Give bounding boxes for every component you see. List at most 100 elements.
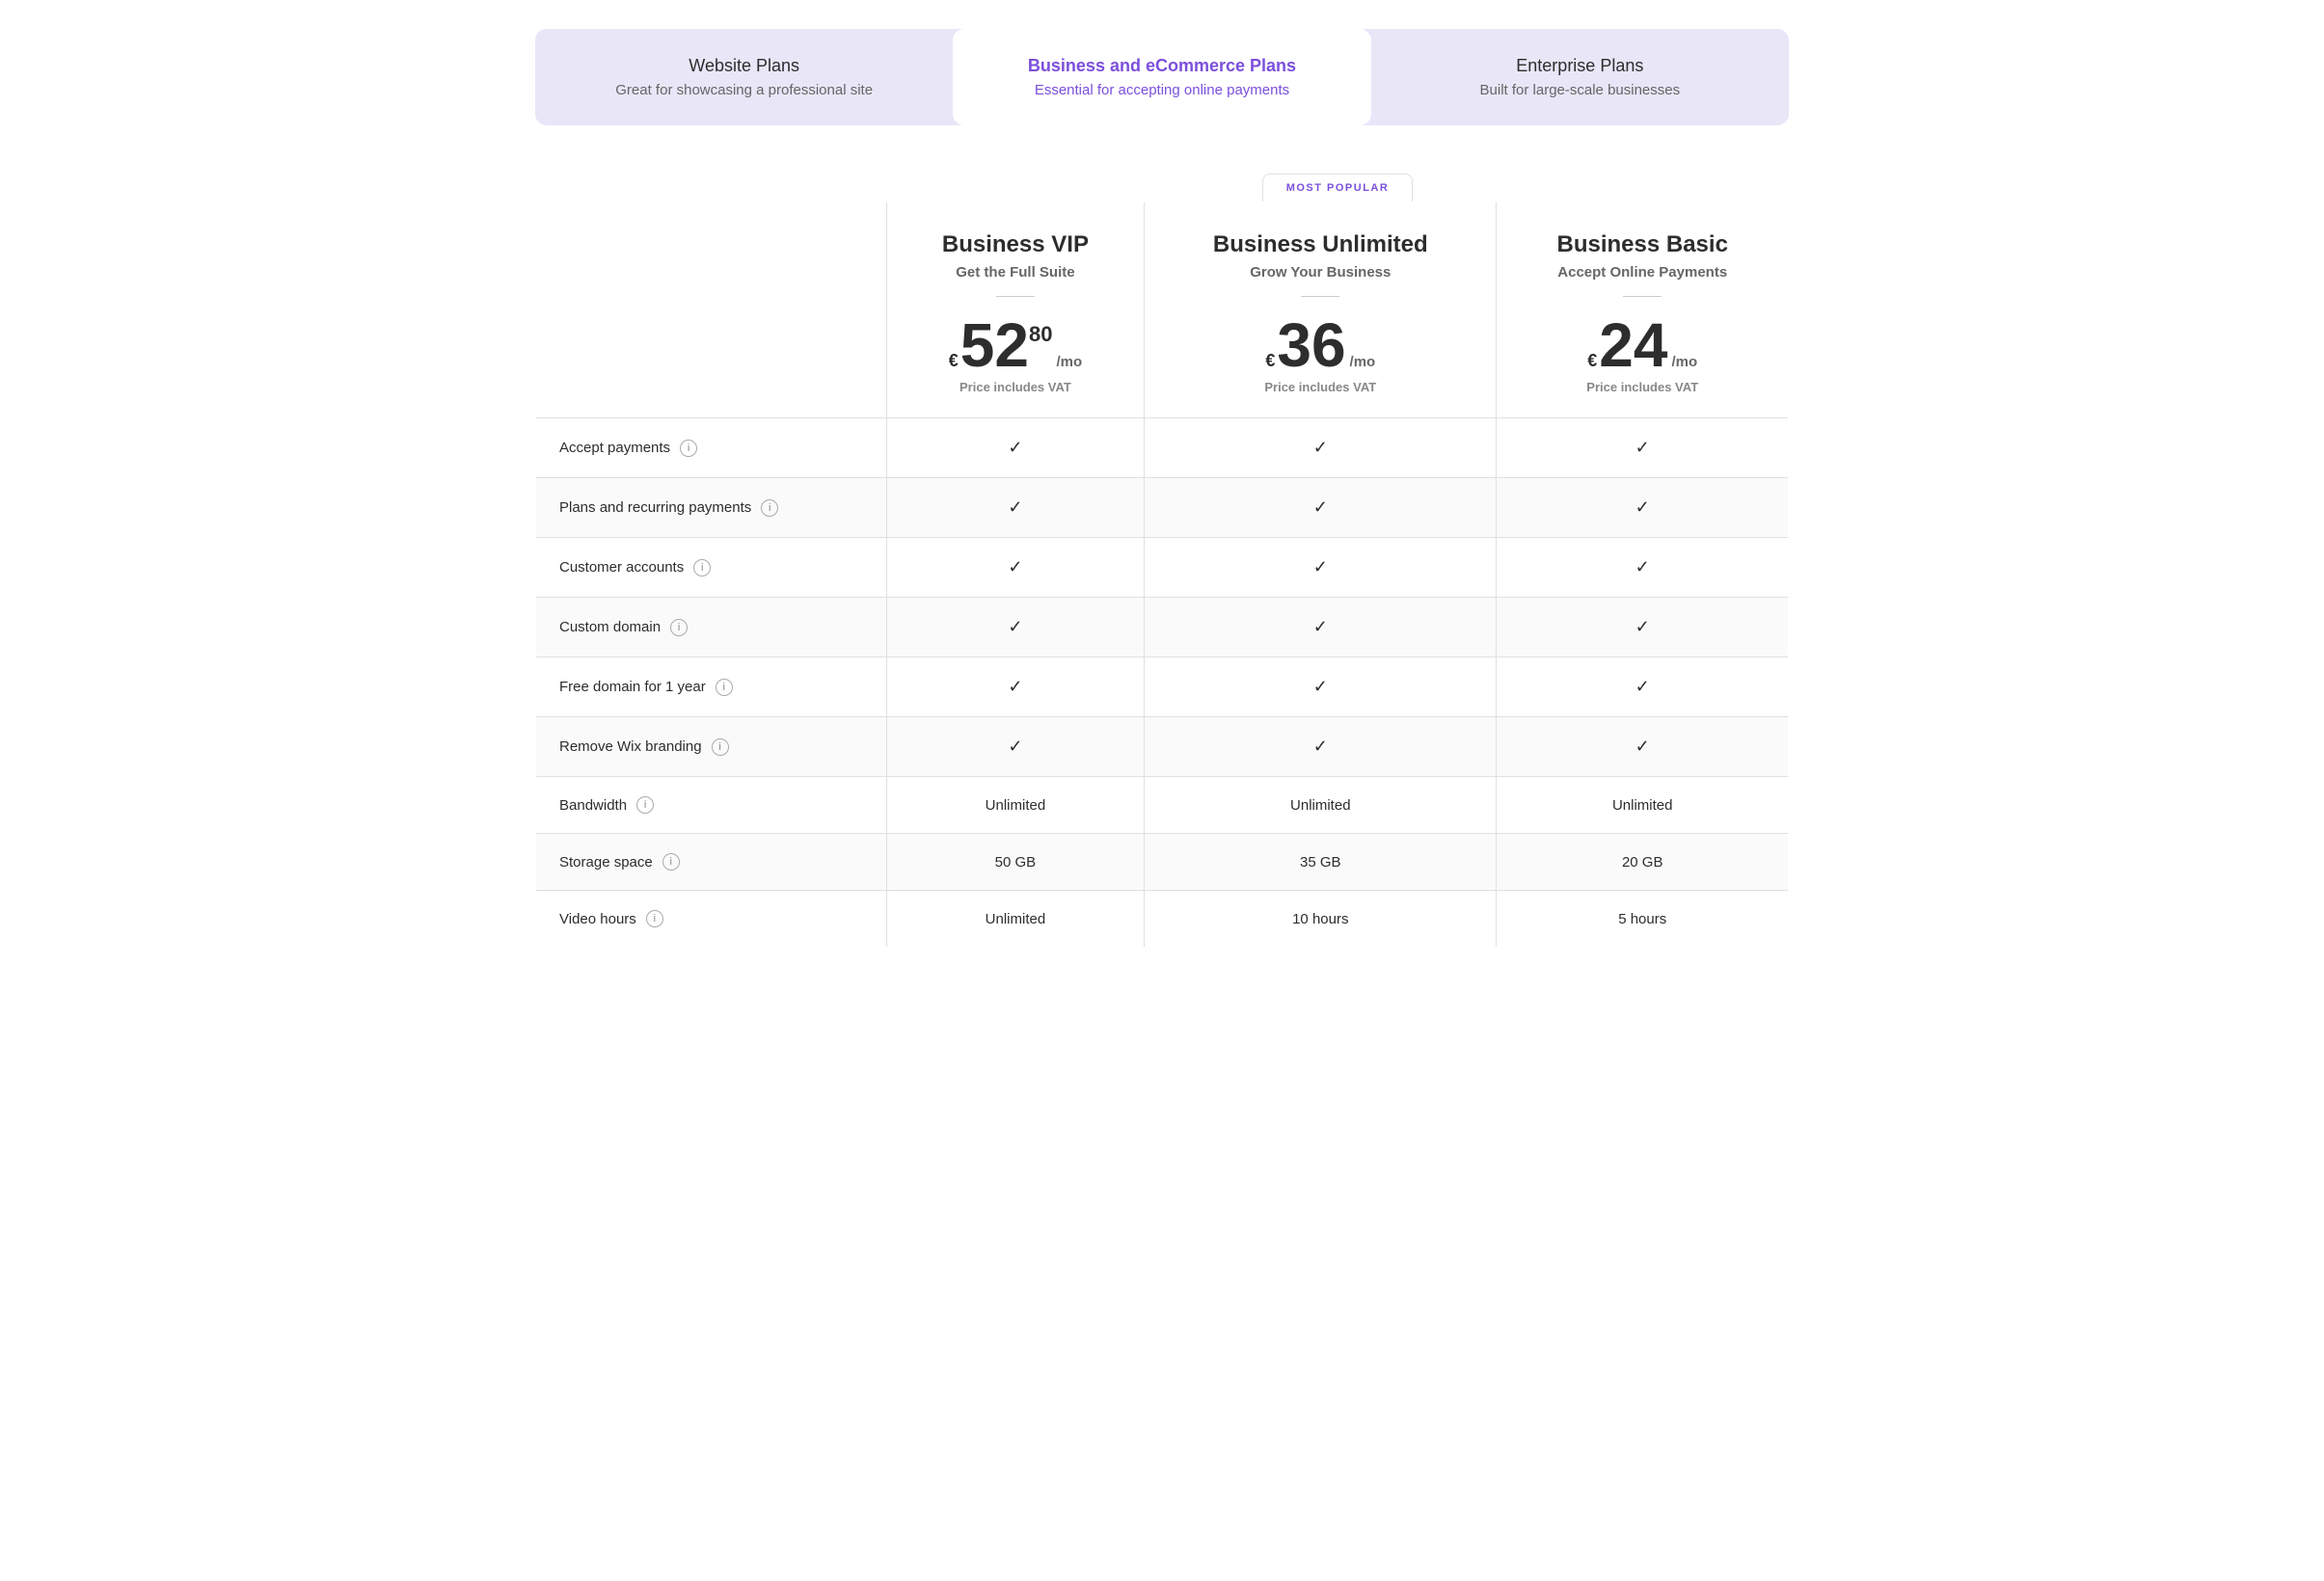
checkmark-0-0: ✓ bbox=[1008, 438, 1022, 457]
feature-value-0-0: ✓ bbox=[886, 418, 1144, 478]
checkmark-3-0: ✓ bbox=[1008, 617, 1022, 636]
plan-unlimited-period: /mo bbox=[1350, 354, 1376, 370]
plan-vip-tagline: Get the Full Suite bbox=[906, 264, 1124, 281]
checkmark-4-0: ✓ bbox=[1008, 677, 1022, 696]
checkmark-2-0: ✓ bbox=[1008, 557, 1022, 576]
feature-row-5: Remove Wix branding i ✓ ✓ ✓ bbox=[536, 717, 1789, 777]
feature-label-8: Video hours bbox=[559, 911, 636, 927]
checkmark-0-1: ✓ bbox=[1313, 438, 1328, 457]
feature-row-0: Accept payments i ✓ ✓ ✓ bbox=[536, 418, 1789, 478]
feature-value-2-0: ✓ bbox=[886, 538, 1144, 598]
mp-spacer-1 bbox=[535, 174, 886, 201]
plan-basic-name: Business Basic bbox=[1516, 231, 1769, 258]
feature-text-8-0: Unlimited bbox=[986, 911, 1046, 927]
tab-business-title: Business and eCommerce Plans bbox=[972, 56, 1351, 76]
feature-label-6: Bandwidth bbox=[559, 797, 627, 814]
pricing-table: Business VIP Get the Full Suite € 52 80 … bbox=[535, 201, 1789, 948]
checkmark-1-0: ✓ bbox=[1008, 497, 1022, 517]
feature-value-1-2: ✓ bbox=[1497, 478, 1789, 538]
plan-unlimited-price-main: 36 bbox=[1277, 314, 1345, 376]
feature-label-cell-1: Plans and recurring payments i bbox=[536, 478, 887, 538]
plan-basic-vat: Price includes VAT bbox=[1516, 380, 1769, 394]
info-icon-0[interactable]: i bbox=[680, 440, 697, 457]
feature-label-1: Plans and recurring payments bbox=[559, 499, 751, 516]
feature-value-3-1: ✓ bbox=[1145, 598, 1497, 657]
feature-value-8-1: 10 hours bbox=[1145, 891, 1497, 948]
mp-spacer-2 bbox=[886, 174, 1187, 201]
feature-value-0-2: ✓ bbox=[1497, 418, 1789, 478]
feature-label-cell-5: Remove Wix branding i bbox=[536, 717, 887, 777]
feature-label-5: Remove Wix branding bbox=[559, 738, 702, 755]
feature-value-4-2: ✓ bbox=[1497, 657, 1789, 717]
plan-basic-period: /mo bbox=[1671, 354, 1697, 370]
feature-row-1: Plans and recurring payments i ✓ ✓ ✓ bbox=[536, 478, 1789, 538]
feature-value-6-1: Unlimited bbox=[1145, 777, 1497, 834]
tab-enterprise-title: Enterprise Plans bbox=[1391, 56, 1770, 76]
info-icon-1[interactable]: i bbox=[761, 499, 778, 517]
plan-vip-price-main: 52 bbox=[960, 314, 1029, 376]
tab-enterprise[interactable]: Enterprise Plans Built for large-scale b… bbox=[1371, 29, 1789, 125]
feature-label-cell-2: Customer accounts i bbox=[536, 538, 887, 598]
feature-value-6-2: Unlimited bbox=[1497, 777, 1789, 834]
info-icon-5[interactable]: i bbox=[712, 738, 729, 756]
tab-bar: Website Plans Great for showcasing a pro… bbox=[535, 29, 1789, 125]
most-popular-row: MOST POPULAR bbox=[535, 174, 1789, 201]
feature-text-7-0: 50 GB bbox=[995, 854, 1037, 871]
feature-label-0: Accept payments bbox=[559, 440, 670, 456]
feature-value-5-0: ✓ bbox=[886, 717, 1144, 777]
info-icon-8[interactable]: i bbox=[646, 910, 663, 927]
feature-row-7: Storage space i 50 GB35 GB20 GB bbox=[536, 834, 1789, 891]
feature-value-4-1: ✓ bbox=[1145, 657, 1497, 717]
checkmark-3-1: ✓ bbox=[1313, 617, 1328, 636]
mp-spacer-3 bbox=[1488, 174, 1789, 201]
feature-label-cell-3: Custom domain i bbox=[536, 598, 887, 657]
checkmark-1-2: ✓ bbox=[1635, 497, 1650, 517]
info-icon-4[interactable]: i bbox=[716, 679, 733, 696]
tab-website[interactable]: Website Plans Great for showcasing a pro… bbox=[535, 29, 953, 125]
feature-text-7-1: 35 GB bbox=[1300, 854, 1341, 871]
feature-row-4: Free domain for 1 year i ✓✓✓ bbox=[536, 657, 1789, 717]
tab-website-subtitle: Great for showcasing a professional site bbox=[554, 82, 933, 98]
most-popular-badge: MOST POPULAR bbox=[1262, 174, 1414, 201]
tab-business[interactable]: Business and eCommerce Plans Essential f… bbox=[953, 29, 1370, 125]
feature-value-1-0: ✓ bbox=[886, 478, 1144, 538]
checkmark-5-0: ✓ bbox=[1008, 737, 1022, 756]
feature-value-7-2: 20 GB bbox=[1497, 834, 1789, 891]
feature-value-5-1: ✓ bbox=[1145, 717, 1497, 777]
feature-label-cell-8: Video hours i bbox=[536, 891, 887, 948]
feature-value-2-1: ✓ bbox=[1145, 538, 1497, 598]
feature-value-5-2: ✓ bbox=[1497, 717, 1789, 777]
feature-value-3-0: ✓ bbox=[886, 598, 1144, 657]
plan-unlimited-price: € 36 /mo bbox=[1164, 314, 1476, 376]
plan-unlimited-currency: € bbox=[1265, 352, 1275, 369]
checkmark-5-1: ✓ bbox=[1313, 737, 1328, 756]
plan-vip-period: /mo bbox=[1056, 354, 1082, 370]
page-wrapper: Website Plans Great for showcasing a pro… bbox=[516, 0, 1808, 977]
plan-basic-tagline: Accept Online Payments bbox=[1516, 264, 1769, 281]
feature-value-0-1: ✓ bbox=[1145, 418, 1497, 478]
header-row: Business VIP Get the Full Suite € 52 80 … bbox=[536, 202, 1789, 418]
feature-text-6-0: Unlimited bbox=[986, 797, 1046, 814]
tab-business-subtitle: Essential for accepting online payments bbox=[972, 82, 1351, 98]
feature-value-8-2: 5 hours bbox=[1497, 891, 1789, 948]
feature-body: Accept payments i ✓✓✓ Plans and recurrin… bbox=[536, 418, 1789, 948]
info-icon-2[interactable]: i bbox=[693, 559, 711, 576]
plan-unlimited-tagline: Grow Your Business bbox=[1164, 264, 1476, 281]
plan-vip-header: Business VIP Get the Full Suite € 52 80 … bbox=[886, 202, 1144, 418]
feature-value-8-0: Unlimited bbox=[886, 891, 1144, 948]
plan-unlimited-header: Business Unlimited Grow Your Business € … bbox=[1145, 202, 1497, 418]
plan-basic-header: Business Basic Accept Online Payments € … bbox=[1497, 202, 1789, 418]
plan-unlimited-vat: Price includes VAT bbox=[1164, 380, 1476, 394]
info-icon-7[interactable]: i bbox=[662, 853, 680, 871]
feature-value-7-0: 50 GB bbox=[886, 834, 1144, 891]
info-icon-3[interactable]: i bbox=[670, 619, 688, 636]
plan-unlimited-divider bbox=[1301, 296, 1339, 297]
feature-value-1-1: ✓ bbox=[1145, 478, 1497, 538]
plan-vip-name: Business VIP bbox=[906, 231, 1124, 258]
plan-vip-vat: Price includes VAT bbox=[906, 380, 1124, 394]
plan-vip-price-decimal: 80 bbox=[1029, 322, 1052, 347]
info-icon-6[interactable]: i bbox=[636, 796, 654, 814]
feature-text-8-1: 10 hours bbox=[1292, 911, 1348, 927]
feature-value-3-2: ✓ bbox=[1497, 598, 1789, 657]
feature-text-7-2: 20 GB bbox=[1622, 854, 1663, 871]
